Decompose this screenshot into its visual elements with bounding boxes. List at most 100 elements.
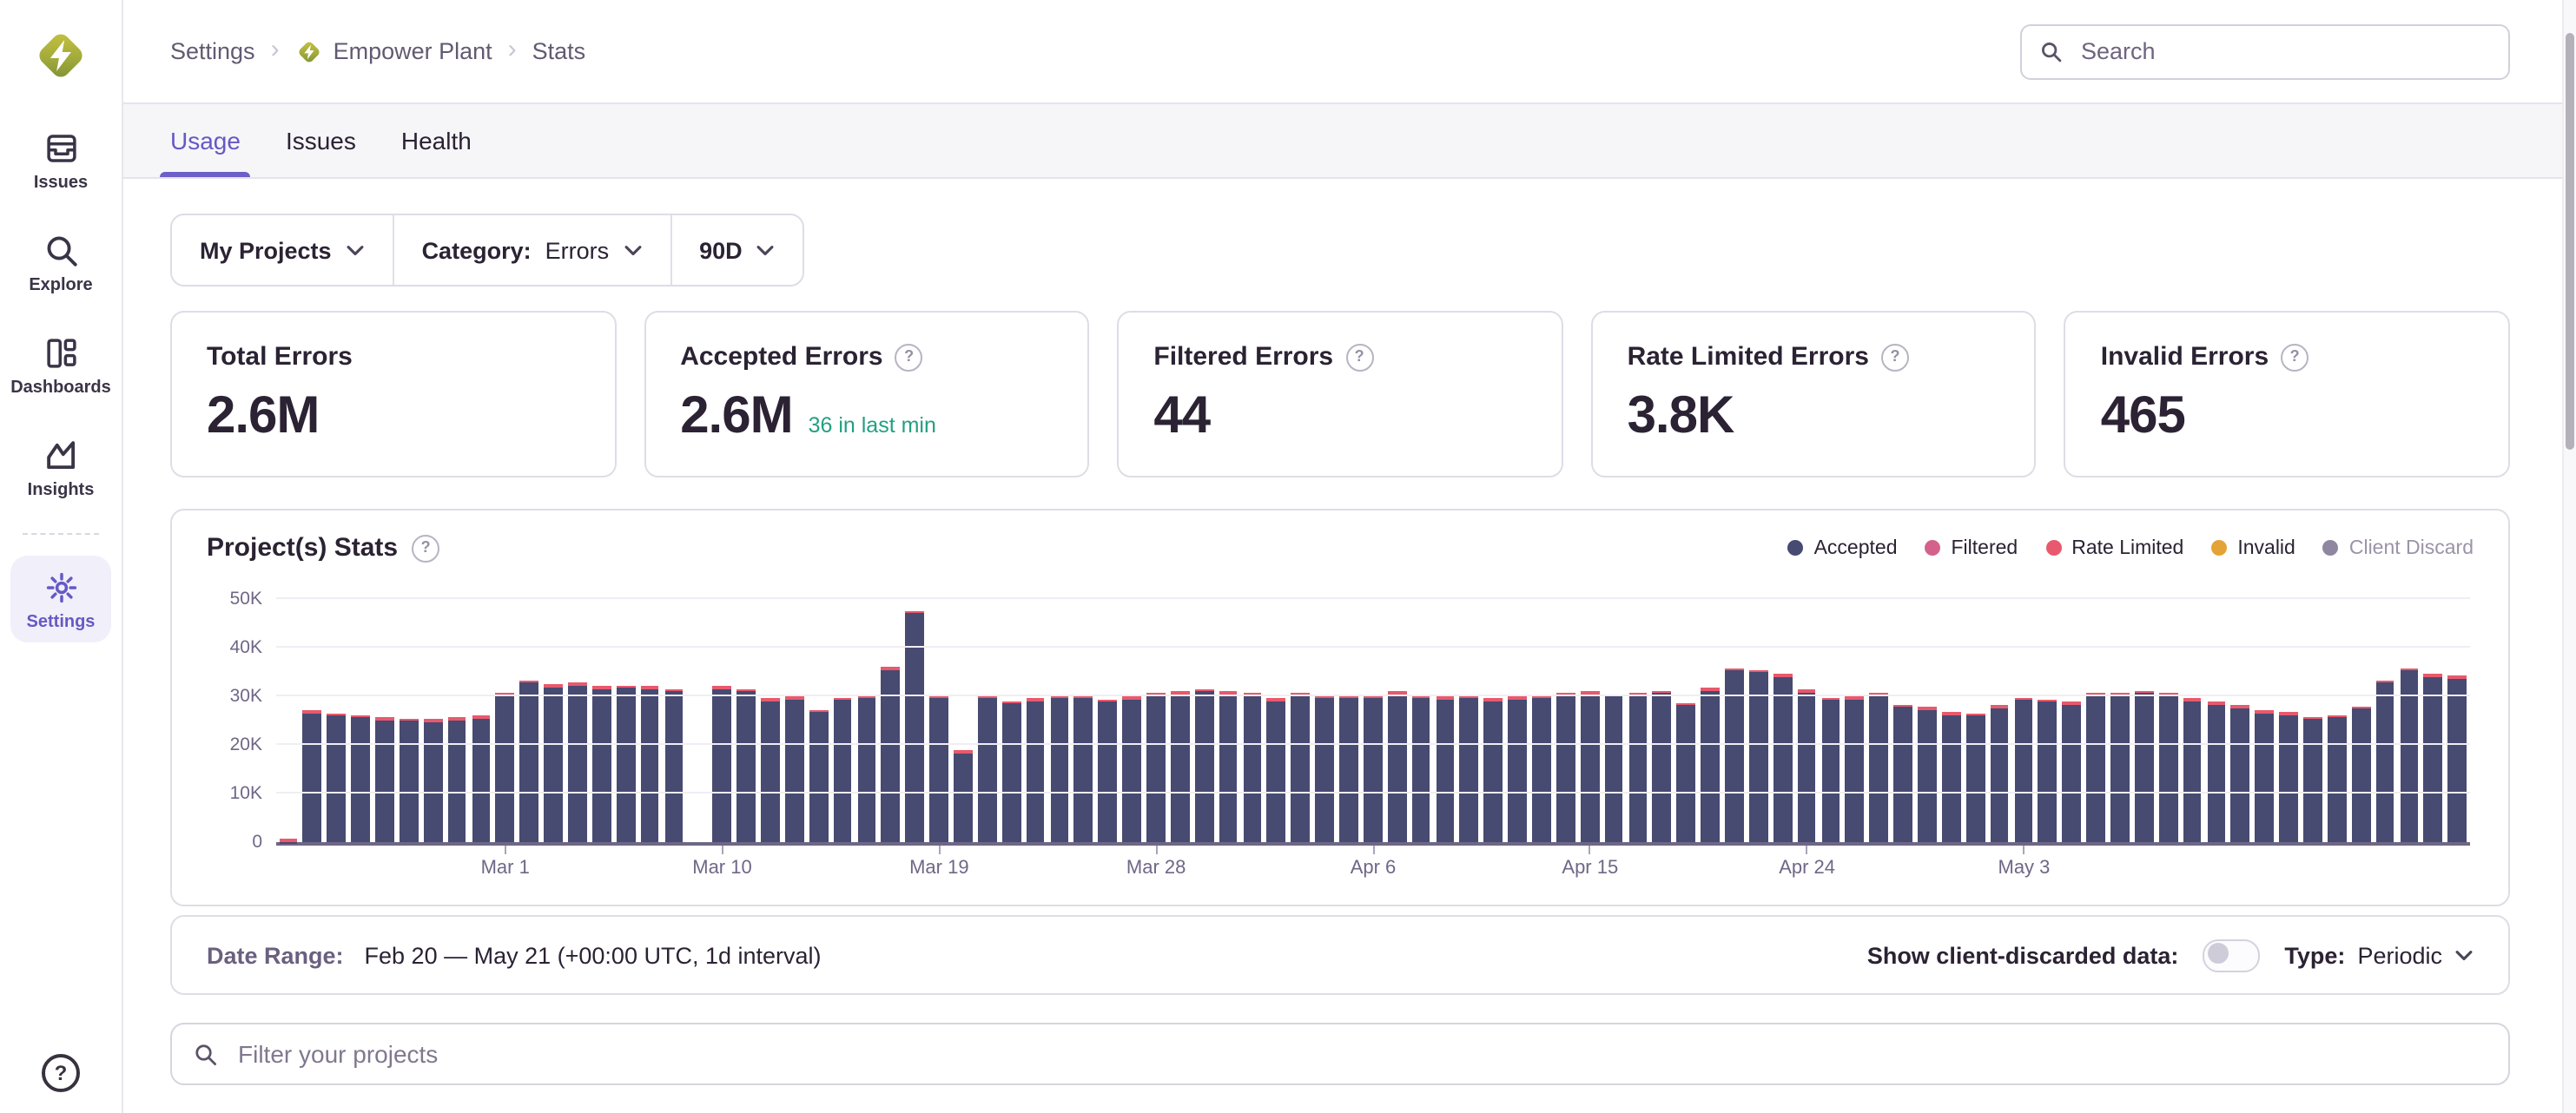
type-dropdown[interactable]: Type: Periodic bbox=[2284, 942, 2474, 968]
chart-bar[interactable] bbox=[493, 587, 518, 842]
chart-bar[interactable] bbox=[2276, 587, 2301, 842]
chart-bar[interactable] bbox=[1554, 587, 1578, 842]
legend-item-invalid[interactable]: Invalid bbox=[2211, 537, 2295, 558]
chart-bar[interactable] bbox=[1000, 587, 1024, 842]
help-circle-icon[interactable]: ? bbox=[895, 343, 923, 371]
legend-item-filtered[interactable]: Filtered bbox=[1925, 537, 2018, 558]
legend-item-rate-limited[interactable]: Rate Limited bbox=[2045, 537, 2183, 558]
chart-bar[interactable] bbox=[1433, 587, 1457, 842]
chart-bar[interactable] bbox=[1626, 587, 1650, 842]
chart-bar[interactable] bbox=[903, 587, 928, 842]
sidebar-item-settings[interactable]: Settings bbox=[10, 556, 111, 642]
chart-bar[interactable] bbox=[590, 587, 614, 842]
chart-bar[interactable] bbox=[855, 587, 879, 842]
chart-bar[interactable] bbox=[975, 587, 1000, 842]
chart-bar[interactable] bbox=[1482, 587, 1506, 842]
chart-bar[interactable] bbox=[1529, 587, 1554, 842]
chart-bar[interactable] bbox=[1337, 587, 1361, 842]
filter-projects-dropdown[interactable]: My Projects bbox=[172, 215, 393, 285]
chart-bar[interactable] bbox=[2253, 587, 2277, 842]
chart-bar[interactable] bbox=[637, 587, 662, 842]
chart-bar[interactable] bbox=[1915, 587, 1939, 842]
chart-bar[interactable] bbox=[1096, 587, 1120, 842]
chart-bar[interactable] bbox=[2180, 587, 2204, 842]
chart-bar[interactable] bbox=[2060, 587, 2084, 842]
chart-bar[interactable] bbox=[2084, 587, 2108, 842]
chart-bar[interactable] bbox=[276, 587, 301, 842]
chart-bar[interactable] bbox=[2204, 587, 2229, 842]
search-input[interactable] bbox=[2077, 36, 2491, 66]
chart-bar[interactable] bbox=[830, 587, 855, 842]
chart-bar[interactable] bbox=[614, 587, 638, 842]
chart-bar[interactable] bbox=[1192, 587, 1217, 842]
scrollbar[interactable] bbox=[2562, 0, 2576, 1113]
scrollbar-thumb[interactable] bbox=[2566, 33, 2574, 450]
chart-bar[interactable] bbox=[1602, 587, 1626, 842]
help-button[interactable]: ? bbox=[0, 1054, 122, 1092]
chart-bar[interactable] bbox=[1771, 587, 1795, 842]
chart-bar[interactable] bbox=[421, 587, 446, 842]
chart-bar[interactable] bbox=[2301, 587, 2325, 842]
chart-bar[interactable] bbox=[1072, 587, 1096, 842]
empower-plant-logo-icon[interactable] bbox=[31, 26, 90, 85]
chart-bar[interactable] bbox=[1047, 587, 1072, 842]
chart-bar[interactable] bbox=[1023, 587, 1047, 842]
chart-bar[interactable] bbox=[662, 587, 686, 842]
sidebar-item-insights[interactable]: Insights bbox=[10, 424, 111, 510]
tab-issues[interactable]: Issues bbox=[286, 104, 356, 177]
chart-bar[interactable] bbox=[1457, 587, 1482, 842]
chart-bar[interactable] bbox=[1891, 587, 1915, 842]
chart-bar[interactable] bbox=[1385, 587, 1410, 842]
chart-bar[interactable] bbox=[1216, 587, 1240, 842]
chart-bar[interactable] bbox=[1794, 587, 1819, 842]
tab-usage[interactable]: Usage bbox=[170, 104, 241, 177]
chart-bar[interactable] bbox=[1289, 587, 1313, 842]
chart-bar[interactable] bbox=[1120, 587, 1144, 842]
chart-bar[interactable] bbox=[2157, 587, 2181, 842]
chart-bar[interactable] bbox=[2421, 587, 2446, 842]
chart-bar[interactable] bbox=[2349, 587, 2374, 842]
help-circle-icon[interactable]: ? bbox=[1881, 343, 1909, 371]
legend-item-client-discard[interactable]: Client Discard bbox=[2323, 537, 2474, 558]
chart-bar[interactable] bbox=[1312, 587, 1337, 842]
chart-bar[interactable] bbox=[1144, 587, 1168, 842]
breadcrumb-settings[interactable]: Settings bbox=[170, 38, 255, 64]
client-discard-toggle[interactable] bbox=[2203, 938, 2260, 971]
chart-bar[interactable] bbox=[1505, 587, 1529, 842]
help-circle-icon[interactable]: ? bbox=[412, 534, 439, 562]
chart-bar[interactable] bbox=[1674, 587, 1699, 842]
chart-bar[interactable] bbox=[1240, 587, 1265, 842]
help-circle-icon[interactable]: ? bbox=[1345, 343, 1373, 371]
chart-bar[interactable] bbox=[1409, 587, 1433, 842]
chart-bar[interactable] bbox=[1747, 587, 1771, 842]
chart-bar[interactable] bbox=[1265, 587, 1289, 842]
chart-bar[interactable] bbox=[807, 587, 831, 842]
chart-bar[interactable] bbox=[2132, 587, 2157, 842]
chart-bar[interactable] bbox=[1361, 587, 1385, 842]
chart-bar[interactable] bbox=[734, 587, 758, 842]
chart-bar[interactable] bbox=[325, 587, 349, 842]
chart-bar[interactable] bbox=[469, 587, 493, 842]
chart-bar[interactable] bbox=[783, 587, 807, 842]
chart-bar[interactable] bbox=[686, 587, 710, 842]
chart-bar[interactable] bbox=[1168, 587, 1192, 842]
filter-period-dropdown[interactable]: 90D bbox=[670, 215, 803, 285]
chart-bar[interactable] bbox=[541, 587, 565, 842]
tab-health[interactable]: Health bbox=[401, 104, 472, 177]
chart-bar[interactable] bbox=[1964, 587, 1988, 842]
chart-bar[interactable] bbox=[2036, 587, 2060, 842]
chart-bar[interactable] bbox=[373, 587, 397, 842]
legend-item-accepted[interactable]: Accepted bbox=[1788, 537, 1898, 558]
chart-bar[interactable] bbox=[1650, 587, 1674, 842]
chart-bar[interactable] bbox=[2373, 587, 2397, 842]
sidebar-item-issues[interactable]: Issues bbox=[10, 116, 111, 203]
chart-bar[interactable] bbox=[1819, 587, 1843, 842]
chart-bar[interactable] bbox=[518, 587, 542, 842]
sidebar-item-dashboards[interactable]: Dashboards bbox=[10, 321, 111, 408]
chart-bar[interactable] bbox=[710, 587, 735, 842]
chart-bar[interactable] bbox=[1867, 587, 1892, 842]
chart-bar[interactable] bbox=[2446, 587, 2470, 842]
chart-bar[interactable] bbox=[397, 587, 421, 842]
chart-bar[interactable] bbox=[879, 587, 903, 842]
chart-bar[interactable] bbox=[445, 587, 469, 842]
